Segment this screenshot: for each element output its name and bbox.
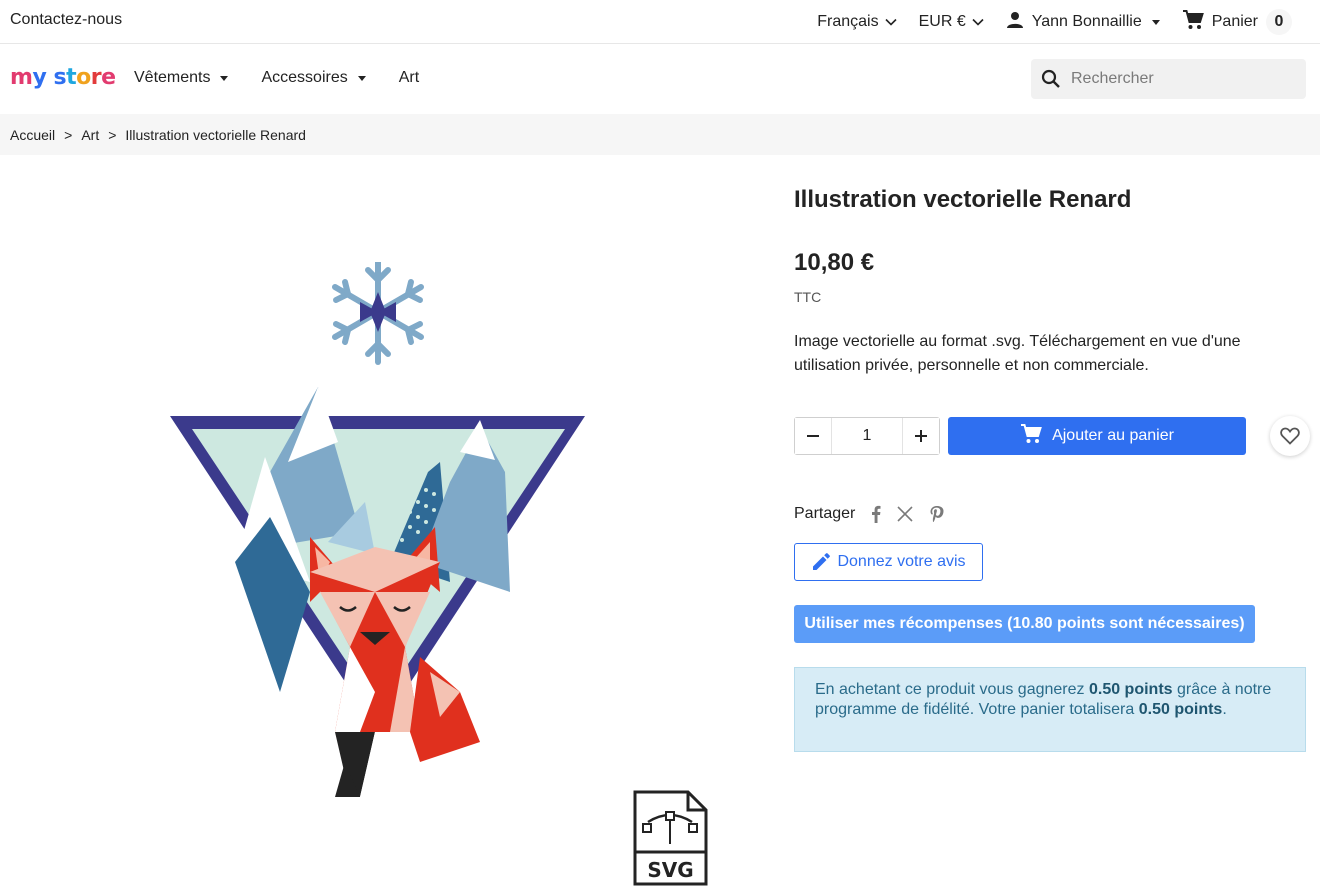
share-section: Partager <box>794 505 945 523</box>
chevron-down-icon <box>972 18 984 26</box>
svg-file-icon: SVG <box>633 790 708 886</box>
language-label: Français <box>817 13 879 30</box>
svg-format-badge: SVG <box>626 788 716 887</box>
nav-label: Accessoires <box>261 69 348 86</box>
loyalty-text: En achetant ce produit vous gagnerez <box>815 681 1089 698</box>
breadcrumb-current: Illustration vectorielle Renard <box>125 126 306 143</box>
search-icon[interactable] <box>1041 69 1061 89</box>
loyalty-info-box: En achetant ce produit vous gagnerez 0.5… <box>794 667 1306 752</box>
breadcrumb-art[interactable]: Art <box>81 127 99 143</box>
nav-item-vetements[interactable]: Vêtements <box>134 69 229 87</box>
write-review-button[interactable]: Donnez votre avis <box>794 543 983 581</box>
shopping-cart-icon <box>1020 423 1042 449</box>
use-rewards-button[interactable]: Utiliser mes récompenses (10.80 points s… <box>794 605 1255 643</box>
facebook-icon[interactable] <box>871 505 881 523</box>
caret-down-icon <box>220 75 229 81</box>
nav-label: Vêtements <box>134 69 211 86</box>
language-selector[interactable]: Français <box>817 13 897 31</box>
caret-down-icon <box>357 75 366 81</box>
top-bar-right: Français EUR € Yann Bonnaillie Panier 0 <box>817 0 1292 44</box>
increase-quantity-button[interactable] <box>903 418 939 454</box>
user-icon <box>1006 11 1024 34</box>
snowflake-icon <box>332 262 424 365</box>
add-to-cart-button[interactable]: Ajouter au panier <box>948 417 1246 455</box>
store-logo[interactable]: my store <box>10 65 116 90</box>
nav-item-art[interactable]: Art <box>399 69 419 87</box>
wishlist-button[interactable] <box>1270 416 1310 456</box>
nav-label: Art <box>398 69 420 86</box>
decrease-quantity-button[interactable] <box>795 418 831 454</box>
breadcrumb-separator: > <box>108 126 117 143</box>
add-to-cart-label: Ajouter au panier <box>1052 427 1174 444</box>
share-label: Partager <box>794 505 856 522</box>
shopping-cart-icon <box>1182 9 1204 35</box>
tax-label: TTC <box>794 289 822 305</box>
search-input[interactable] <box>1071 70 1291 88</box>
review-label: Donnez votre avis <box>837 553 966 570</box>
cart-count-badge: 0 <box>1266 9 1292 35</box>
loyalty-text: . <box>1222 701 1227 718</box>
currency-selector[interactable]: EUR € <box>919 13 984 31</box>
caret-down-icon <box>1151 19 1160 25</box>
search-box <box>1031 59 1306 99</box>
cart-label: Panier <box>1211 13 1258 30</box>
currency-label: EUR € <box>918 13 966 30</box>
product-price: 10,80 € <box>794 249 875 276</box>
loyalty-points-earned: 0.50 points <box>1088 681 1173 698</box>
product-title: Illustration vectorielle Renard <box>794 186 1132 213</box>
quantity-stepper: 1 <box>794 417 940 455</box>
contact-link[interactable]: Contactez-nous <box>10 11 122 29</box>
main-header: my store Vêtements Accessoires Art <box>0 45 1320 113</box>
nav-item-accessoires[interactable]: Accessoires <box>261 69 366 87</box>
product-description: Image vectorielle au format .svg. Téléch… <box>794 333 1241 374</box>
heart-icon <box>1280 427 1300 445</box>
pinterest-icon[interactable] <box>929 505 945 523</box>
main-nav: Vêtements Accessoires Art <box>134 69 419 87</box>
svg-badge-label: SVG <box>647 858 693 882</box>
user-name: Yann Bonnaillie <box>1031 13 1142 30</box>
pencil-icon <box>813 553 831 570</box>
product-image[interactable] <box>160 262 600 802</box>
top-bar: Contactez-nous Français EUR € Yann Bonna… <box>0 0 1320 44</box>
loyalty-points-total: 0.50 points <box>1138 701 1223 718</box>
breadcrumb: Accueil > Art > Illustration vectorielle… <box>0 114 1320 155</box>
chevron-down-icon <box>885 18 897 26</box>
user-menu[interactable]: Yann Bonnaillie <box>1006 11 1160 34</box>
quantity-input[interactable]: 1 <box>831 418 903 454</box>
breadcrumb-separator: > <box>64 126 73 143</box>
cart-link[interactable]: Panier 0 <box>1182 9 1292 35</box>
breadcrumb-home[interactable]: Accueil <box>10 127 55 143</box>
x-twitter-icon[interactable] <box>897 506 913 522</box>
